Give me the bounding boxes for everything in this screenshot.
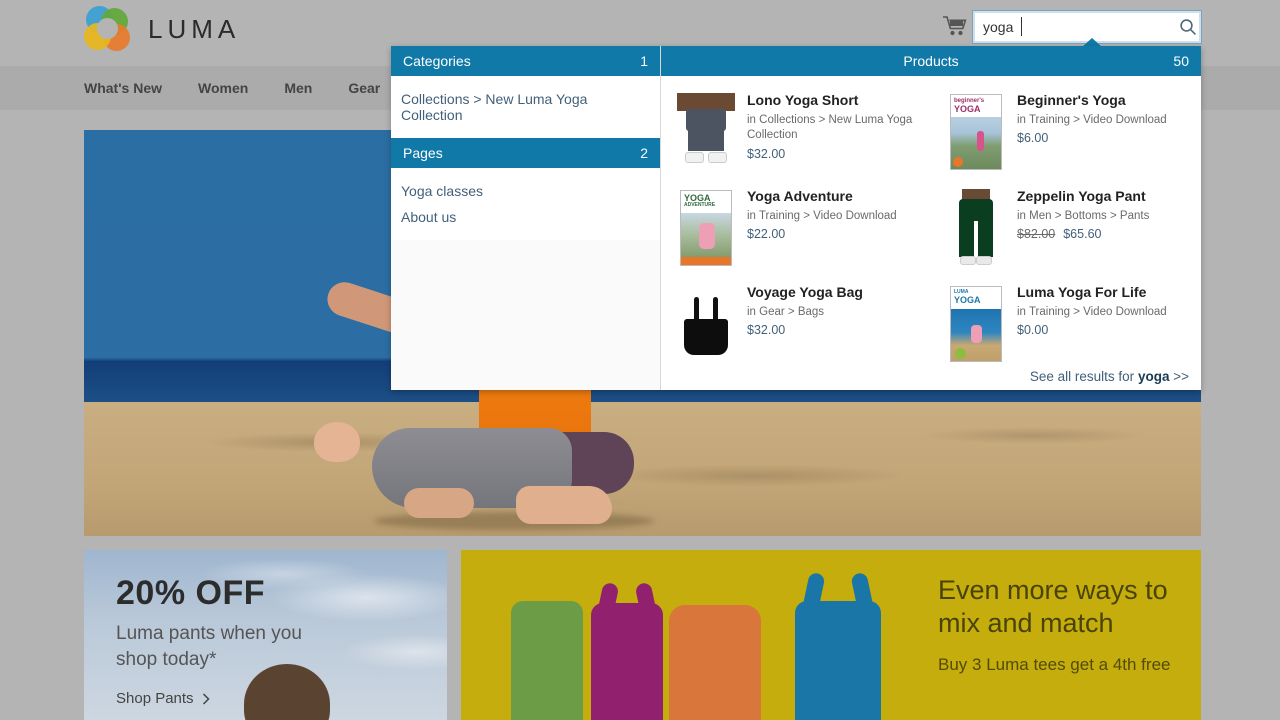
- page-root: LUMA What's New Women Men Gea: [0, 0, 1280, 720]
- product-price: $6.00: [1017, 131, 1049, 146]
- product-price: $22.00: [747, 227, 786, 242]
- dvd-cover-title-2: ADVENTURE: [684, 202, 716, 208]
- search-autocomplete-panel: Categories 1 Collections > New Luma Yoga…: [391, 46, 1201, 390]
- page-result-1[interactable]: About us: [391, 204, 660, 230]
- pages-title: Pages: [403, 145, 443, 161]
- product-result-1[interactable]: beginner's YOGA Beginner's Yoga in Train…: [931, 84, 1201, 180]
- brand-name: LUMA: [148, 13, 241, 44]
- product-category: in Training > Video Download: [747, 209, 897, 222]
- promo-right-subtitle: Buy 3 Luma tees get a 4th free: [938, 654, 1171, 674]
- search-icon[interactable]: [1174, 11, 1201, 43]
- product-category: in Collections > New Luma Yoga Collectio…: [747, 113, 913, 142]
- categories-title: Categories: [403, 53, 471, 69]
- product-name: Lono Yoga Short: [747, 92, 859, 108]
- chevron-right-icon: [202, 693, 210, 705]
- product-name: Beginner's Yoga: [1017, 92, 1126, 108]
- dvd-cover-title-2: YOGA: [954, 295, 981, 305]
- black-yoga-tote-bag-photo: [675, 284, 737, 364]
- nav-item-gear[interactable]: Gear: [348, 80, 380, 96]
- product-name: Voyage Yoga Bag: [747, 284, 863, 300]
- product-category: in Men > Bottoms > Pants: [1017, 209, 1150, 222]
- beginners-yoga-dvd-cover: beginner's YOGA: [945, 92, 1007, 172]
- autocomplete-left-column: Categories 1 Collections > New Luma Yoga…: [391, 46, 661, 390]
- product-price: $65.60: [1063, 227, 1102, 242]
- text-cursor: [1021, 17, 1022, 36]
- categories-list: Collections > New Luma Yoga Collection: [391, 76, 660, 138]
- product-price: $32.00: [747, 146, 786, 161]
- luma-logo[interactable]: LUMA: [84, 6, 240, 52]
- product-category: in Gear > Bags: [747, 305, 825, 318]
- dvd-cover-title-2: YOGA: [954, 104, 981, 114]
- products-count: 50: [1173, 53, 1189, 69]
- product-name: Zeppelin Yoga Pant: [1017, 188, 1146, 204]
- pages-count: 2: [640, 145, 648, 161]
- product-price: $32.00: [747, 323, 786, 338]
- nav-item-women[interactable]: Women: [198, 80, 248, 96]
- promo-left-subtitle: Luma pants when you shop today*: [116, 623, 302, 670]
- products-section-header: Products 50: [661, 46, 1201, 76]
- product-price: $0.00: [1017, 323, 1049, 338]
- promo-right-title: Even more ways to mix and match: [938, 575, 1168, 638]
- nav-item-men[interactable]: Men: [284, 80, 312, 96]
- tee-orange: [669, 599, 761, 720]
- page-result-0[interactable]: Yoga classes: [391, 178, 660, 204]
- shopping-cart-icon[interactable]: [941, 14, 969, 38]
- product-old-price: $82.00: [1017, 227, 1056, 242]
- pages-list: Yoga classes About us: [391, 168, 660, 240]
- product-name: Luma Yoga For Life: [1017, 284, 1147, 300]
- category-result-0[interactable]: Collections > New Luma Yoga Collection: [391, 86, 660, 128]
- promo-banner-left[interactable]: 20% OFF Luma pants when you shop today* …: [84, 550, 447, 720]
- product-results-grid: Lono Yoga Short in Collections > New Lum…: [661, 76, 1201, 372]
- tee-blue: [795, 571, 881, 720]
- categories-section-header: Categories 1: [391, 46, 660, 76]
- mens-green-yoga-pant-photo: [945, 188, 1007, 268]
- pages-section-header: Pages 2: [391, 138, 660, 168]
- luma-yoga-for-life-dvd-cover: LUMA YOGA: [945, 284, 1007, 364]
- see-all-term: yoga: [1137, 369, 1170, 384]
- promo-right-tee-graphics: [511, 558, 941, 720]
- categories-count: 1: [640, 53, 648, 69]
- promo-banner-right[interactable]: Even more ways to mix and match Buy 3 Lu…: [461, 550, 1201, 720]
- mens-navy-shorts-photo: [675, 92, 737, 172]
- product-result-3[interactable]: Zeppelin Yoga Pant in Men > Bottoms > Pa…: [931, 180, 1201, 276]
- product-category: in Training > Video Download: [1017, 113, 1167, 126]
- tee-green: [511, 597, 583, 720]
- see-all-suffix: >>: [1173, 369, 1189, 384]
- shop-pants-label: Shop Pants: [116, 690, 194, 708]
- autocomplete-right-column: Products 50 Lono Yoga Short in Collectio…: [661, 46, 1201, 390]
- tee-magenta: [591, 581, 663, 720]
- product-result-0[interactable]: Lono Yoga Short in Collections > New Lum…: [661, 84, 931, 180]
- shop-pants-link[interactable]: Shop Pants: [116, 690, 346, 707]
- product-category: in Training > Video Download: [1017, 305, 1167, 318]
- product-price-row: $82.00 $65.60: [1017, 227, 1187, 241]
- product-result-4[interactable]: Voyage Yoga Bag in Gear > Bags $32.00: [661, 276, 931, 372]
- luma-logo-icon: [84, 6, 130, 52]
- see-all-prefix: See all results for: [1029, 369, 1135, 384]
- products-title: Products: [903, 53, 959, 69]
- promo-left-title: 20% OFF: [116, 574, 265, 612]
- product-name: Yoga Adventure: [747, 188, 853, 204]
- nav-item-whats-new[interactable]: What's New: [84, 80, 162, 96]
- yoga-adventure-dvd-cover: YOGA ADVENTURE: [675, 188, 737, 268]
- search-input[interactable]: [973, 11, 1174, 43]
- product-result-5[interactable]: LUMA YOGA Luma Yoga For Life in Training…: [931, 276, 1201, 372]
- product-result-2[interactable]: YOGA ADVENTURE Yoga Adventure in Trainin…: [661, 180, 931, 276]
- see-all-results-link[interactable]: See all results for yoga >>: [1030, 369, 1189, 384]
